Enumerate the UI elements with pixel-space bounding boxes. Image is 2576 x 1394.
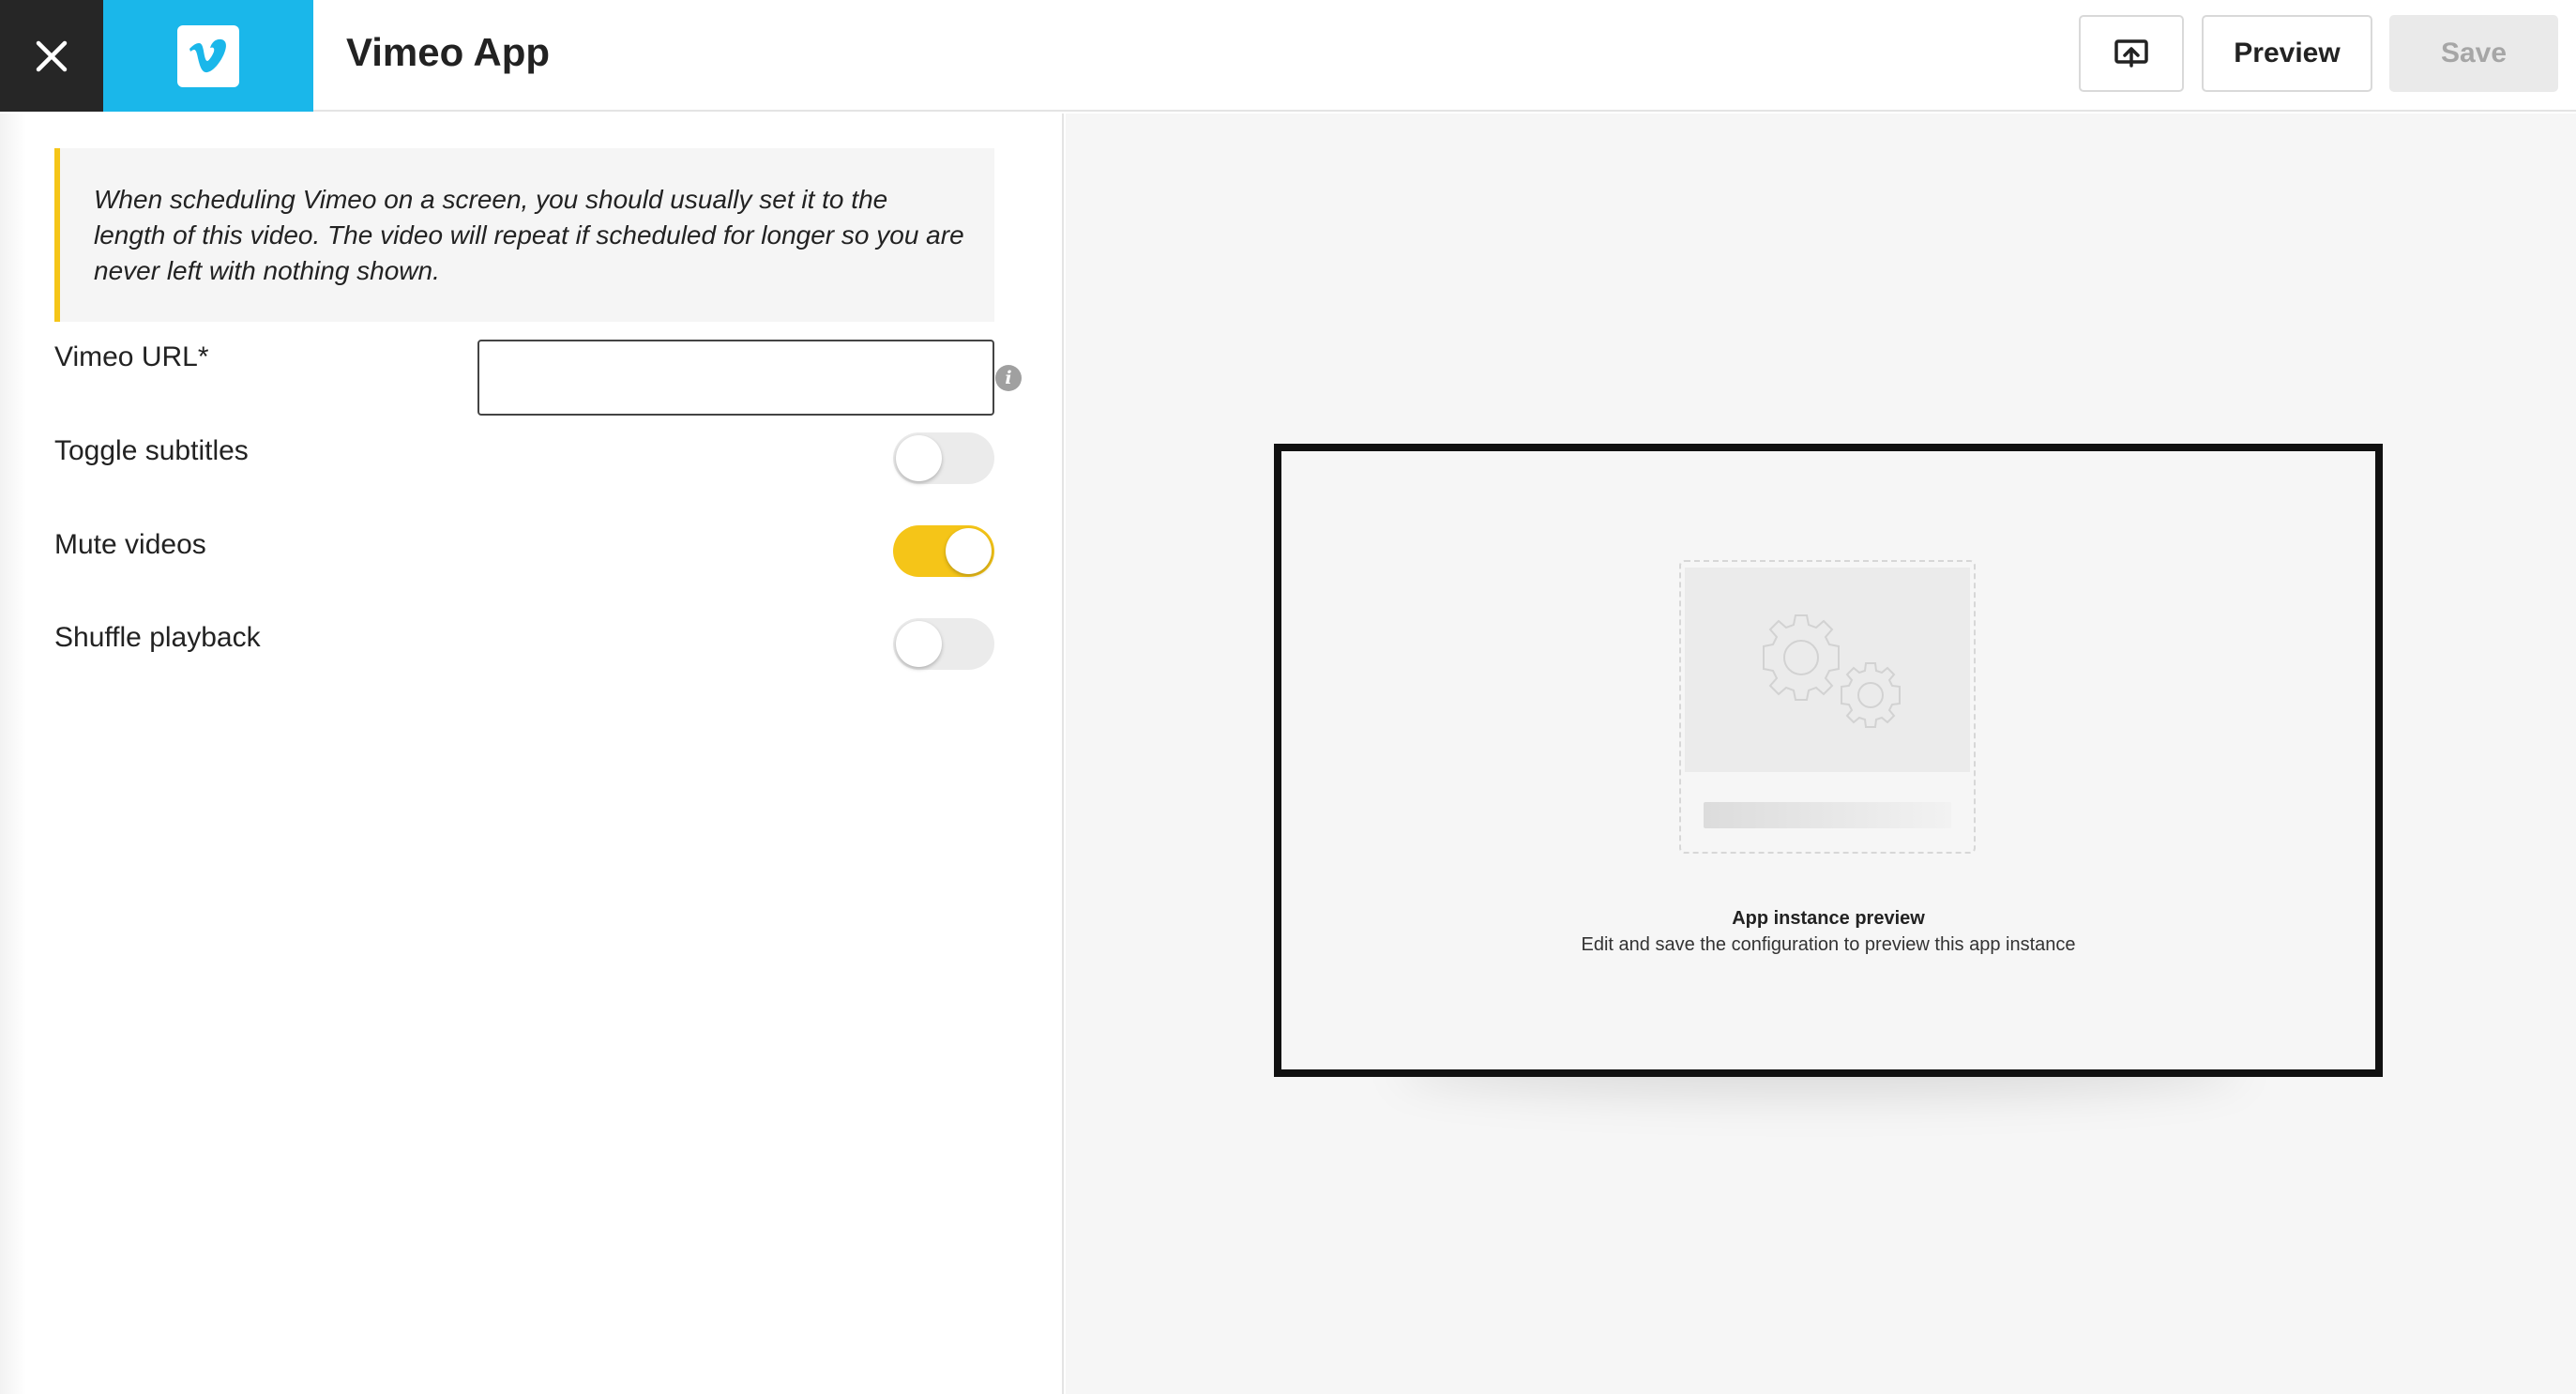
top-bar: Vimeo App Preview Save xyxy=(0,0,2576,112)
switch-knob xyxy=(896,621,942,667)
app-title: Vimeo App xyxy=(346,30,551,74)
toggle-subtitles-switch[interactable] xyxy=(893,432,994,484)
preview-button[interactable]: Preview xyxy=(2202,15,2372,92)
vimeo-url-input[interactable] xyxy=(477,340,994,416)
gears-icon xyxy=(1763,614,1901,728)
close-button[interactable] xyxy=(0,0,103,112)
switch-knob xyxy=(896,435,942,481)
placeholder-bar xyxy=(1704,802,1951,828)
toggle-subtitles-label: Toggle subtitles xyxy=(54,435,249,466)
mute-videos-label: Mute videos xyxy=(54,529,206,560)
info-icon[interactable]: i xyxy=(995,365,1022,391)
shuffle-playback-label: Shuffle playback xyxy=(54,622,261,653)
vimeo-url-label: Vimeo URL* xyxy=(54,341,209,372)
app-logo xyxy=(103,0,313,112)
preview-subtitle: Edit and save the configuration to previ… xyxy=(1581,934,2076,955)
shuffle-playback-switch[interactable] xyxy=(893,618,994,670)
preview-placeholder-card xyxy=(1679,560,1976,854)
config-panel: When scheduling Vimeo on a screen, you s… xyxy=(0,114,1064,1394)
mute-videos-switch[interactable] xyxy=(893,525,994,577)
preview-title: App instance preview xyxy=(1732,908,1925,929)
vimeo-logo-icon xyxy=(177,24,239,87)
cast-button[interactable] xyxy=(2079,15,2184,92)
cast-screen-icon xyxy=(2114,39,2148,68)
save-button[interactable]: Save xyxy=(2389,15,2558,92)
notice-text: When scheduling Vimeo on a screen, you s… xyxy=(54,148,994,322)
close-icon xyxy=(36,40,68,71)
switch-knob xyxy=(946,528,992,574)
placeholder-image xyxy=(1685,568,1970,772)
panel-shadow xyxy=(0,114,26,1394)
